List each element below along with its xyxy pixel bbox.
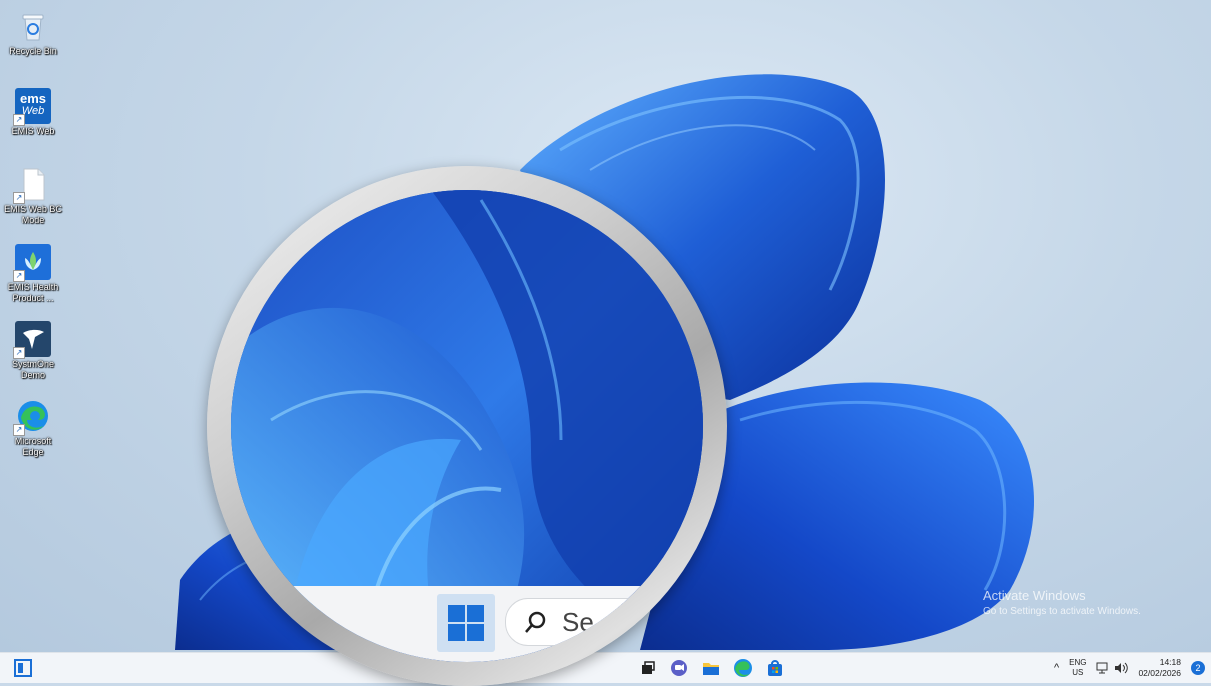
emis-health-icon: ↗ — [13, 244, 51, 282]
magnified-start-button — [437, 594, 495, 652]
show-hidden-icons-button[interactable]: ^ — [1054, 662, 1059, 674]
magnified-search-box: Se — [505, 598, 703, 646]
emis-logo-top: ems — [19, 91, 47, 106]
desktop-icon-label: EMIS Web BC Mode — [4, 204, 62, 225]
shortcut-arrow-icon: ↗ — [13, 114, 25, 126]
desktop-icon-label: Recycle Bin — [9, 46, 57, 56]
desktop-icon-label: SystmOne Demo — [11, 359, 54, 380]
desktop-icon-microsoft-edge[interactable]: ↗ Microsoft Edge — [4, 398, 62, 458]
desktop-icon-systmone-demo[interactable]: ↗ SystmOne Demo — [4, 321, 62, 381]
desktop-icon-emis-web-bc-mode[interactable]: ↗ EMIS Web BC Mode — [4, 166, 62, 226]
search-icon — [525, 611, 546, 633]
document-icon: ↗ — [13, 166, 51, 204]
clock-time: 14:18 — [1159, 657, 1181, 667]
windows-logo-icon — [448, 605, 484, 641]
magnified-search-text: Se — [562, 606, 594, 637]
desktop-icon-emis-health-product[interactable]: ↗ EMIS Health Product ... — [4, 244, 62, 304]
magnifier-overlay: Se — [207, 166, 727, 686]
notification-badge[interactable]: 2 — [1191, 661, 1205, 675]
file-explorer-button[interactable] — [700, 657, 722, 679]
clock[interactable]: 14:18 02/02/2026 — [1138, 657, 1181, 679]
systmone-icon: ↗ — [13, 321, 51, 359]
shortcut-arrow-icon: ↗ — [13, 192, 25, 204]
shortcut-arrow-icon: ↗ — [13, 347, 25, 359]
language-indicator[interactable]: ENG US — [1069, 658, 1086, 678]
store-icon — [768, 660, 782, 676]
desktop-icon-recycle-bin[interactable]: Recycle Bin — [4, 8, 62, 57]
edge-icon: ↗ — [13, 398, 51, 436]
desktop-icon-label: Microsoft Edge — [14, 436, 52, 457]
clock-date: 02/02/2026 — [1138, 668, 1181, 678]
emis-web-icon: ems Web ↗ — [13, 88, 51, 126]
folder-icon — [703, 663, 719, 675]
desktop-icon-label: EMIS Health Product ... — [7, 282, 59, 303]
desktop-icon-emis-web[interactable]: ems Web ↗ EMIS Web — [4, 88, 62, 137]
language-region: US — [1072, 668, 1084, 677]
network-volume-button[interactable] — [1096, 662, 1129, 674]
watermark-subtitle: Go to Settings to activate Windows. — [983, 606, 1141, 617]
edge-taskbar-button[interactable] — [732, 657, 754, 679]
windows-logo-icon — [14, 659, 32, 677]
desktop-icon-label: EMIS Web — [11, 126, 55, 136]
start-button[interactable] — [12, 657, 34, 679]
store-button[interactable] — [764, 657, 786, 679]
chevron-up-icon: ^ — [1053, 662, 1060, 674]
magnifier-lens: Se — [231, 190, 703, 662]
language-code: ENG — [1069, 658, 1087, 667]
shortcut-arrow-icon: ↗ — [13, 270, 25, 282]
network-icon — [1096, 662, 1108, 674]
shortcut-arrow-icon: ↗ — [13, 424, 25, 436]
volume-icon — [1115, 662, 1129, 674]
edge-icon — [734, 659, 752, 677]
system-tray: ^ ENG US 14:18 02/02/2026 2 — [1054, 653, 1205, 683]
activate-windows-watermark: Activate Windows Go to Settings to activ… — [983, 588, 1141, 617]
recycle-bin-icon — [15, 8, 51, 44]
watermark-title: Activate Windows — [983, 588, 1086, 603]
